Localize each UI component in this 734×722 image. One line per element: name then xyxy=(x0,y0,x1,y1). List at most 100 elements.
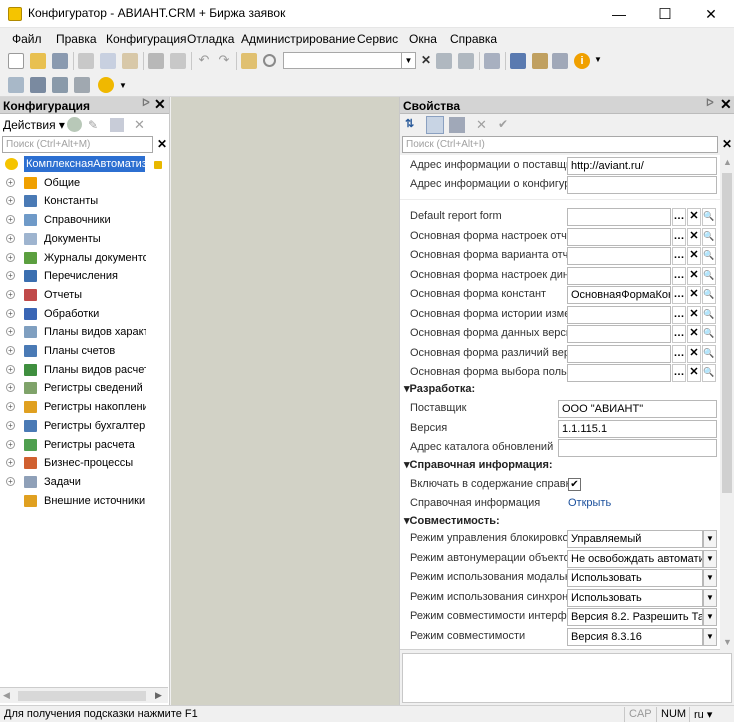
syntax-assistant-icon[interactable] xyxy=(510,53,526,69)
property-value-field[interactable] xyxy=(567,247,671,265)
expand-icon[interactable]: + xyxy=(6,252,15,262)
chevron-down-icon[interactable]: ▼ xyxy=(594,55,602,64)
tree-item[interactable]: + Планы видов расчета xyxy=(0,361,168,379)
find-next-icon[interactable] xyxy=(458,53,474,69)
menu-administration[interactable]: Администрирование xyxy=(241,32,355,46)
chevron-down-icon[interactable]: ▼ xyxy=(703,608,717,626)
open-icon[interactable]: 🔍 xyxy=(702,344,716,363)
clear-value-icon[interactable]: ✕ xyxy=(687,325,701,343)
scrollbar-thumb[interactable] xyxy=(18,691,146,701)
select-button[interactable]: … xyxy=(672,325,686,343)
tree-item[interactable]: + Регистры сведений xyxy=(0,379,168,397)
pin-icon[interactable]: ᐅ xyxy=(142,98,150,109)
clear-value-icon[interactable]: ✕ xyxy=(687,364,701,382)
open-help-link[interactable]: Открыть xyxy=(568,497,611,509)
tree-item[interactable]: + Регистры бухгалтерии xyxy=(0,417,168,435)
properties-icon[interactable] xyxy=(74,77,90,93)
scroll-left-icon[interactable]: ◀ xyxy=(3,690,10,701)
print-preview-icon[interactable] xyxy=(170,53,186,69)
tree-item[interactable]: + Документы xyxy=(0,230,168,248)
expand-icon[interactable]: + xyxy=(6,327,15,337)
open-icon[interactable]: 🔍 xyxy=(702,364,716,382)
chevron-down-icon[interactable]: ▼ xyxy=(402,52,416,69)
tree-item[interactable]: + Константы xyxy=(0,192,168,210)
delete-icon[interactable]: ✕ xyxy=(134,117,145,133)
clear-value-icon[interactable]: ✕ xyxy=(687,247,701,265)
find-in-files-icon[interactable] xyxy=(241,53,257,69)
select-button[interactable]: … xyxy=(672,208,686,226)
tree-horizontal-scrollbar[interactable]: ◀ ▶ xyxy=(0,687,168,703)
chevron-down-icon[interactable]: ▼ xyxy=(703,627,717,646)
tree-item[interactable]: + Планы счетов xyxy=(0,342,168,360)
property-value-field[interactable] xyxy=(567,208,671,226)
windows-list-icon[interactable] xyxy=(484,53,500,69)
expand-icon[interactable]: + xyxy=(6,383,15,393)
tree-item[interactable]: Внешние источники данных xyxy=(0,492,168,510)
supplier-info-address-field[interactable]: http://aviant.ru/ xyxy=(567,157,717,175)
language-indicator[interactable]: ru ▾ xyxy=(689,707,716,722)
menu-service[interactable]: Сервис xyxy=(357,32,398,46)
clear-search-icon[interactable]: ✕ xyxy=(722,137,732,151)
open-icon[interactable]: 🔍 xyxy=(702,305,716,324)
tree-item[interactable]: КомплекснаяАвтоматизация xyxy=(0,155,168,173)
expand-icon[interactable]: + xyxy=(6,289,15,299)
paste-icon[interactable] xyxy=(122,53,138,69)
add-icon[interactable] xyxy=(67,117,82,132)
copy-object-icon[interactable] xyxy=(110,118,124,132)
open-icon[interactable]: 🔍 xyxy=(702,247,716,265)
select-button[interactable]: … xyxy=(672,305,686,324)
redo-icon[interactable]: ↷ xyxy=(216,53,232,69)
clear-value-icon[interactable]: ✕ xyxy=(687,227,701,246)
pin-icon[interactable]: ᐅ xyxy=(706,98,714,109)
section-development[interactable]: ▾Разработка: xyxy=(404,382,475,398)
close-panel-icon[interactable]: ✕ xyxy=(154,96,166,113)
close-panel-icon[interactable]: ✕ xyxy=(720,96,732,113)
property-value-field[interactable] xyxy=(567,266,671,285)
select-button[interactable]: … xyxy=(672,247,686,265)
categorize-icon[interactable] xyxy=(426,116,444,134)
tree-item[interactable]: + Планы видов характеристик xyxy=(0,323,168,341)
property-value-field[interactable] xyxy=(567,325,671,343)
expand-icon[interactable]: + xyxy=(6,308,15,318)
open-icon[interactable]: 🔍 xyxy=(702,286,716,304)
config-info-address-field[interactable] xyxy=(567,176,717,194)
maximize-button[interactable]: ☐ xyxy=(642,0,688,28)
property-value-field[interactable]: Управляемый xyxy=(567,530,703,548)
expand-icon[interactable]: + xyxy=(6,420,15,430)
property-value-field[interactable]: Использовать xyxy=(567,569,703,587)
property-value-field[interactable]: Не освобождать автоматически xyxy=(567,549,703,568)
property-value-field[interactable]: Версия 8.3.16 xyxy=(567,627,703,646)
property-value-field[interactable] xyxy=(567,344,671,363)
open-icon[interactable]: 🔍 xyxy=(702,208,716,226)
property-value-field[interactable]: ОсновнаяФормаКонстант xyxy=(567,286,671,304)
select-button[interactable]: … xyxy=(672,227,686,246)
expand-icon[interactable]: + xyxy=(6,271,15,281)
tree-item[interactable]: + Регистры накопления xyxy=(0,398,168,416)
properties-search-input[interactable]: Поиск (Ctrl+Alt+I) xyxy=(402,136,718,153)
database-config-icon[interactable] xyxy=(30,77,46,93)
tree-item[interactable]: + Отчеты xyxy=(0,286,168,304)
open-icon[interactable]: 🔍 xyxy=(702,266,716,285)
include-in-help-checkbox[interactable]: ✔ xyxy=(568,478,581,491)
menu-help[interactable]: Справка xyxy=(450,32,497,46)
expand-icon[interactable]: + xyxy=(6,458,15,468)
scrollbar-thumb[interactable] xyxy=(722,173,732,493)
menu-configuration[interactable]: Конфигурация xyxy=(106,32,187,46)
select-button[interactable]: … xyxy=(672,364,686,382)
tree-item[interactable]: + Задачи xyxy=(0,473,168,491)
select-button[interactable]: … xyxy=(672,286,686,304)
scroll-right-icon[interactable]: ▶ xyxy=(155,690,162,701)
expand-icon[interactable]: + xyxy=(6,233,15,243)
configuration-search-input[interactable]: Поиск (Ctrl+Alt+M) xyxy=(2,136,153,153)
info-icon[interactable]: i xyxy=(574,53,590,69)
property-value-field[interactable]: Версия 8.2. Разрешить Такси xyxy=(567,608,703,626)
expand-icon[interactable]: + xyxy=(6,177,15,187)
clear-search-icon[interactable]: ✕ xyxy=(157,137,167,151)
clear-value-icon[interactable]: ✕ xyxy=(687,286,701,304)
chevron-down-icon[interactable]: ▼ xyxy=(703,549,717,568)
clear-value-icon[interactable]: ✕ xyxy=(687,208,701,226)
tree-item[interactable]: + Обработки xyxy=(0,305,168,323)
chevron-down-icon[interactable]: ▼ xyxy=(703,588,717,607)
check-icon[interactable]: ✔ xyxy=(498,117,508,131)
help-book-icon[interactable] xyxy=(552,53,568,69)
